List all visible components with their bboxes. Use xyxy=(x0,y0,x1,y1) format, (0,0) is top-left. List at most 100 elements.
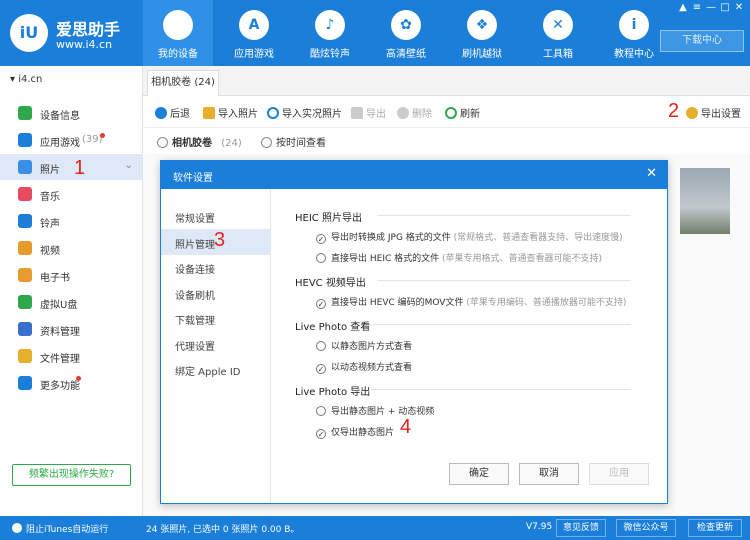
app-url: www.i4.cn xyxy=(56,38,113,51)
folder-icon xyxy=(18,349,32,363)
menu-icon[interactable]: ≡ xyxy=(690,2,704,13)
radio-icon xyxy=(157,137,168,148)
radio-icon xyxy=(316,406,326,416)
nav-item-3[interactable]: ♪ 酷炫铃声 xyxy=(295,0,365,66)
close-icon[interactable]: ✕ xyxy=(732,2,746,13)
option-3-1[interactable]: 以静态图片方式查看 xyxy=(316,339,412,352)
section-divider xyxy=(377,215,631,216)
option-1-2[interactable]: 直接导出 HEIC 格式的文件 (苹果专用格式、普通查看器可能不支持) xyxy=(316,251,602,264)
by-time-option[interactable]: 按时间查看 xyxy=(261,134,326,149)
settings-dialog: 软件设置 ✕ 常规设置 照片管理 设备连接 设备刷机 下载管理 代理设置 绑定 Apple … xyxy=(160,160,668,504)
option-label: 导出静态图片 + 动态视频 xyxy=(331,407,435,417)
option-2-1[interactable]: ✓ 直接导出 HEVC 编码的MOV文件 (苹果专用编码、普通播放器可能不支持) xyxy=(316,295,626,309)
usb-icon xyxy=(18,295,32,309)
camera-roll-option[interactable]: 相机胶卷 (24) xyxy=(157,134,242,149)
sidebar-item-9[interactable]: 资料管理 xyxy=(0,316,143,342)
annotation-2: 2 xyxy=(668,100,680,122)
sidebar-item-7[interactable]: 电子书 xyxy=(0,262,143,288)
option-4-2[interactable]: ✓ 仅导出静态图片 xyxy=(316,425,394,439)
minimize-icon[interactable]: — xyxy=(704,2,718,13)
export-settings-button[interactable]: 导出设置 xyxy=(686,105,741,120)
sidebar-item-3[interactable]: 照片 ⌄ xyxy=(0,154,143,180)
option-label: 导出时转换成 JPG 格式的文件 xyxy=(331,233,451,243)
section-title: Live Photo 导出 xyxy=(295,387,371,398)
sidebar-item-4[interactable]: 音乐 xyxy=(0,181,143,207)
sidebar-item-11[interactable]: 更多功能 xyxy=(0,370,143,396)
refresh-button[interactable]: 刷新 xyxy=(445,105,480,120)
nav-item-2[interactable]: A 应用游戏 xyxy=(219,0,289,66)
sidebar-item-label: 设备信息 xyxy=(40,111,80,122)
top-header: iU 爱思助手 www.i4.cn 我的设备 A 应用游戏 ♪ 酷炫铃声 ✿ 高清壁纸 ❖ 刷机… xyxy=(0,0,750,66)
close-icon[interactable]: ✕ xyxy=(646,166,657,181)
dialog-nav-item-6[interactable]: 代理设置 xyxy=(161,331,271,357)
sidebar-item-8[interactable]: 虚拟U盘 xyxy=(0,289,143,315)
annotation-3: 3 xyxy=(214,229,226,251)
grid-icon xyxy=(18,376,32,390)
sidebar-item-label: 资料管理 xyxy=(40,327,80,338)
app-store-icon: A xyxy=(239,10,269,40)
live-photo-icon xyxy=(267,107,279,119)
download-center-button[interactable]: 下载中心 xyxy=(660,30,744,52)
sidebar-item-label: 电子书 xyxy=(40,273,70,284)
nav-label: 刷机越狱 xyxy=(462,49,502,60)
import-photo-button[interactable]: 导入照片 xyxy=(203,105,258,120)
option-label: 直接导出 HEIC 格式的文件 xyxy=(331,254,440,264)
import-live-button[interactable]: 导入实况照片 xyxy=(267,105,342,120)
nav-label: 高清壁纸 xyxy=(386,49,426,60)
sidebar-item-5[interactable]: 铃声 xyxy=(0,208,143,234)
book-icon xyxy=(18,268,32,282)
view-mode-bar: 相机胶卷 (24) 按时间查看 xyxy=(143,128,750,154)
sidebar-item-label: 虚拟U盘 xyxy=(40,300,78,311)
photo-thumbnail[interactable] xyxy=(680,168,730,234)
wechat-button[interactable]: 微信公众号 xyxy=(616,519,676,537)
back-label: 后退 xyxy=(170,109,190,120)
option-1-1[interactable]: ✓ 导出时转换成 JPG 格式的文件 (常规格式、普通查看器支持、导出速度慢) xyxy=(316,230,623,244)
dialog-nav-item-1[interactable]: 常规设置 xyxy=(161,203,271,229)
tools-icon: ✕ xyxy=(543,10,573,40)
block-itunes-toggle[interactable]: 阻止iTunes自动运行 xyxy=(12,522,108,535)
dialog-nav-label: 下载管理 xyxy=(175,316,215,327)
logo-mark: iU xyxy=(10,14,48,52)
import-live-label: 导入实况照片 xyxy=(282,109,342,120)
cancel-button[interactable]: 取消 xyxy=(519,463,579,485)
back-button[interactable]: 后退 xyxy=(155,105,190,120)
apple-icon xyxy=(163,10,193,40)
device-name: i4.cn xyxy=(18,74,43,85)
dialog-nav-item-3[interactable]: 设备连接 xyxy=(161,254,271,280)
check-update-button[interactable]: 检查更新 xyxy=(688,519,742,537)
delete-button[interactable]: 删除 xyxy=(397,105,432,120)
dialog-nav-item-5[interactable]: 下载管理 xyxy=(161,305,271,331)
dialog-nav-label: 代理设置 xyxy=(175,341,215,353)
dialog-nav-item-7[interactable]: 绑定 Apple ID xyxy=(161,356,271,382)
apply-button[interactable]: 应用 xyxy=(589,463,649,485)
ok-button[interactable]: 确定 xyxy=(449,463,509,485)
dialog-nav-label: 设备连接 xyxy=(175,265,215,276)
device-selector[interactable]: ▾ i4.cn xyxy=(10,74,42,85)
folder-icon xyxy=(203,107,215,119)
option-3-2[interactable]: ✓ 以动态视频方式查看 xyxy=(316,360,412,374)
feedback-button[interactable]: 意见反馈 xyxy=(556,519,606,537)
maximize-icon[interactable]: □ xyxy=(718,2,732,13)
dialog-nav-label: 常规设置 xyxy=(175,214,215,225)
sidebar-item-label: 视频 xyxy=(40,246,60,257)
fix-failure-button[interactable]: 频繁出现操作失败? xyxy=(12,464,131,486)
nav-item-5[interactable]: ❖ 刷机越狱 xyxy=(447,0,517,66)
music-icon xyxy=(18,187,32,201)
toggle-icon xyxy=(12,523,22,533)
nav-item-4[interactable]: ✿ 高清壁纸 xyxy=(371,0,441,66)
sidebar-item-6[interactable]: 视频 xyxy=(0,235,143,261)
sidebar-item-10[interactable]: 文件管理 xyxy=(0,343,143,369)
nav-label: 工具箱 xyxy=(543,49,573,60)
nav-item-7[interactable]: i 教程中心 xyxy=(599,0,669,66)
option-4-1[interactable]: 导出静态图片 + 动态视频 xyxy=(316,404,434,417)
shirt-icon[interactable]: ▲ xyxy=(676,2,690,13)
dialog-title: 软件设置 xyxy=(173,173,213,184)
nav-item-1[interactable]: 我的设备 xyxy=(143,0,213,66)
export-button[interactable]: 导出 xyxy=(351,105,386,120)
dialog-nav-item-4[interactable]: 设备刷机 xyxy=(161,280,271,306)
check-icon: ✓ xyxy=(316,234,326,244)
sidebar-item-2[interactable]: 应用游戏 (39) xyxy=(0,127,143,153)
nav-item-6[interactable]: ✕ 工具箱 xyxy=(523,0,593,66)
sidebar-item-1[interactable]: 设备信息 xyxy=(0,100,143,126)
tab-camera-roll[interactable]: 相机胶卷 (24) xyxy=(147,70,219,96)
